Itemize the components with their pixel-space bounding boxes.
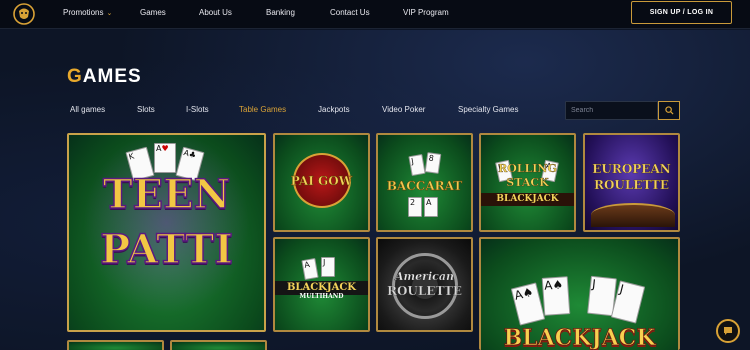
game-tile-teen-patti[interactable]: K A♥ A♣ TEEN PATTI bbox=[67, 133, 266, 332]
game-tile-blackjack-multihand[interactable]: A J BLACKJACK MULTIHAND bbox=[273, 237, 370, 332]
blackjack-multihand-title-2: MULTIHAND bbox=[299, 293, 344, 300]
playing-card-icon: A♠ bbox=[510, 282, 546, 326]
signup-login-button[interactable]: SIGN UP / LOG IN bbox=[631, 1, 732, 24]
top-navigation: Promotions ⌄ Games About Us Banking Conta… bbox=[0, 0, 750, 29]
game-tile-baccarat[interactable]: J 8 BACCARAT 2 A bbox=[376, 133, 473, 232]
european-roulette-title-2: ROULETTE bbox=[593, 178, 670, 192]
playing-card-icon: A bbox=[424, 197, 438, 217]
american-roulette-title-2: ROULETTE bbox=[386, 284, 463, 298]
european-roulette-title-1: EUROPEAN bbox=[592, 162, 671, 176]
game-tile-partial[interactable] bbox=[170, 340, 267, 350]
nav-about-us[interactable]: About Us bbox=[199, 8, 232, 17]
tab-jackpots[interactable]: Jackpots bbox=[318, 105, 350, 114]
teen-patti-title-bottom: PATTI bbox=[99, 226, 233, 273]
tab-specialty-games[interactable]: Specialty Games bbox=[458, 105, 518, 114]
chat-button[interactable] bbox=[716, 319, 740, 343]
playing-card-icon: A♠ bbox=[541, 276, 571, 316]
page-title-rest: AMES bbox=[82, 66, 142, 87]
rolling-stack-title-3: BLACKJACK bbox=[481, 193, 574, 206]
chevron-down-icon: ⌄ bbox=[106, 10, 113, 17]
pai-gow-title: PAI GOW bbox=[290, 174, 353, 188]
playing-card-icon: A bbox=[301, 257, 319, 281]
game-tile-european-roulette[interactable]: EUROPEAN ROULETTE bbox=[583, 133, 680, 232]
tab-table-games[interactable]: Table Games bbox=[239, 105, 286, 114]
tab-video-poker[interactable]: Video Poker bbox=[382, 105, 425, 114]
search-button[interactable] bbox=[658, 101, 680, 120]
nav-games[interactable]: Games bbox=[140, 8, 166, 17]
page-title-initial: G bbox=[67, 66, 83, 87]
nav-vip-program[interactable]: VIP Program bbox=[403, 8, 449, 17]
rolling-stack-title-2: STACK bbox=[506, 176, 549, 189]
teen-patti-title-top: TEEN bbox=[102, 171, 231, 218]
search-icon bbox=[664, 106, 674, 115]
game-tile-pai-gow[interactable]: PAI GOW bbox=[273, 133, 370, 232]
playing-card-icon: 2 bbox=[408, 197, 422, 217]
blackjack-title: BLACKJACK bbox=[503, 325, 656, 350]
game-tile-rolling-stack-blackjack[interactable]: J A ROLLING STACK BLACKJACK bbox=[479, 133, 576, 232]
nav-banking[interactable]: Banking bbox=[266, 8, 295, 17]
nav-promotions-label: Promotions bbox=[63, 8, 104, 17]
game-tile-partial[interactable] bbox=[67, 340, 164, 350]
american-roulette-title-1: American bbox=[395, 270, 454, 283]
rolling-stack-title-1: ROLLING bbox=[498, 162, 557, 175]
search-input[interactable] bbox=[565, 101, 658, 120]
game-tile-blackjack[interactable]: A♠ A♠ J J BLACKJACK bbox=[479, 237, 680, 350]
tab-i-slots[interactable]: I-Slots bbox=[186, 105, 209, 114]
baccarat-title: BACCARAT bbox=[386, 179, 463, 193]
playing-card-icon: A♥ bbox=[154, 143, 176, 173]
playing-card-icon: J bbox=[321, 257, 335, 277]
playing-card-icon: 8 bbox=[424, 152, 442, 174]
nav-contact-us[interactable]: Contact Us bbox=[330, 8, 370, 17]
tab-slots[interactable]: Slots bbox=[137, 105, 155, 114]
tab-all-games[interactable]: All games bbox=[70, 105, 105, 114]
game-tile-american-roulette[interactable]: American ROULETTE bbox=[376, 237, 473, 332]
nav-promotions[interactable]: Promotions ⌄ bbox=[63, 8, 112, 17]
page-title: GAMES bbox=[67, 66, 142, 88]
chat-icon bbox=[724, 327, 732, 335]
playing-card-icon: J bbox=[408, 153, 426, 177]
lion-logo-icon[interactable] bbox=[12, 2, 36, 26]
roulette-wheel-icon bbox=[591, 203, 675, 227]
